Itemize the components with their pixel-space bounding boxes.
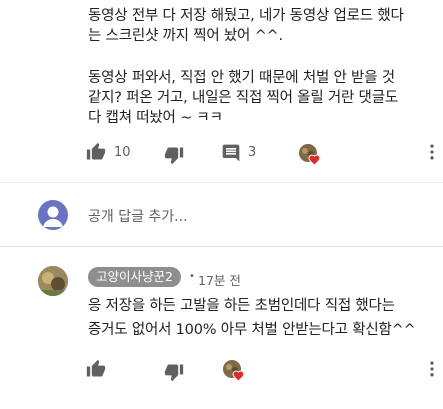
avatar[interactable] bbox=[38, 266, 68, 296]
reply-input[interactable]: 공개 답글 추가... bbox=[88, 206, 188, 226]
comment-text-line: 는 스크린샷 까지 찍어 놨어 ^^. bbox=[88, 28, 283, 44]
comment-text-line: 증거도 없어서 100% 아무 처벌 안받는다고 확신함^^ bbox=[88, 322, 416, 338]
creator-heart-icon bbox=[222, 359, 245, 382]
author-name[interactable]: 고양이사냥꾼2 bbox=[88, 267, 181, 287]
thumbs-down-icon[interactable] bbox=[164, 362, 184, 382]
user-avatar bbox=[38, 200, 68, 230]
thumbs-up-icon[interactable] bbox=[86, 142, 106, 162]
comment-text-line: 동영상 전부 다 저장 해뒀고, 네가 동영상 업로드 했다 bbox=[88, 8, 404, 24]
comment-icon[interactable] bbox=[221, 143, 241, 163]
divider bbox=[0, 246, 443, 247]
comment-text-line: 응 저장을 하든 고발을 하든 초범인데다 직접 했다는 bbox=[88, 298, 395, 314]
thumbs-up-icon[interactable] bbox=[86, 359, 106, 379]
like-count: 10 bbox=[114, 145, 131, 160]
comment-thread-1: 동영상 전부 다 저장 해뒀고, 네가 동영상 업로드 했다 는 스크린샷 까지… bbox=[0, 0, 443, 182]
comment-text-line: 같지? 퍼온 거고, 내일은 직접 찍어 올릴 거란 댓글도 bbox=[88, 90, 398, 106]
timestamp: 17분 전 bbox=[198, 273, 241, 288]
separator-dot: • bbox=[189, 271, 195, 282]
divider bbox=[0, 182, 443, 183]
comment-text-line: 다 캡쳐 떠놨어 ~ ㅋㅋ bbox=[88, 110, 223, 126]
creator-heart-icon bbox=[298, 143, 321, 166]
reply-count: 3 bbox=[248, 145, 257, 160]
thumbs-down-icon[interactable] bbox=[164, 145, 184, 165]
more-vert-icon[interactable] bbox=[422, 142, 442, 162]
more-vert-icon[interactable] bbox=[422, 359, 442, 379]
comment-text-line: 동영상 퍼와서, 직접 안 했기 때문에 처벌 안 받을 것 bbox=[88, 70, 395, 86]
